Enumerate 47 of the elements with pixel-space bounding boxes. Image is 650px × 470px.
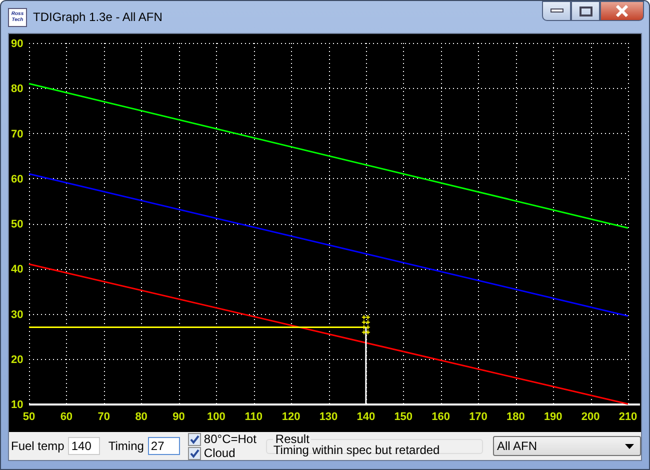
- checkbox[interactable]: [188, 432, 201, 446]
- x-tick-label: 60: [60, 411, 73, 423]
- minimize-icon: [550, 8, 564, 14]
- timing-field[interactable]: 27: [148, 437, 180, 455]
- x-tick-label: 150: [394, 411, 413, 423]
- x-tick-label: 210: [618, 411, 638, 423]
- cursor-marker: [361, 314, 370, 335]
- y-tick-label: 40: [11, 264, 24, 276]
- maximize-icon: [578, 6, 592, 16]
- model-dropdown[interactable]: All AFN: [493, 436, 641, 456]
- checkbox-label: Cloud: [204, 446, 236, 460]
- checkbox-label: 80°C=Hot: [204, 432, 256, 446]
- x-tick-label: 100: [207, 411, 226, 423]
- y-tick-label: 70: [11, 128, 24, 140]
- y-tick-label: 30: [11, 308, 24, 321]
- fuel-temp-label: Fuel temp: [11, 439, 64, 453]
- timing-label: Timing: [108, 439, 144, 453]
- minimize-button[interactable]: [542, 1, 571, 21]
- x-tick-label: 160: [432, 411, 450, 423]
- result-text: Timing within spec but retarded: [273, 443, 441, 457]
- x-tick-label: 180: [506, 411, 525, 423]
- dropdown-value: All AFN: [497, 439, 538, 453]
- x-tick-label: 90: [172, 411, 185, 423]
- window-title: TDIGraph 1.3e - All AFN: [33, 10, 162, 24]
- x-tick-label: 120: [282, 411, 300, 423]
- y-tick-label: 10: [11, 399, 24, 411]
- maximize-button[interactable]: [571, 1, 600, 21]
- y-tick-label: 20: [11, 354, 24, 366]
- x-tick-label: 110: [244, 411, 262, 423]
- x-tick-label: 130: [319, 411, 338, 423]
- y-tick-label: 60: [11, 173, 24, 186]
- x-tick-label: 50: [22, 411, 36, 423]
- close-icon: [615, 5, 629, 17]
- caret-icon: [625, 444, 634, 448]
- y-tick-label: 80: [11, 83, 24, 96]
- x-tick-label: 170: [469, 411, 488, 423]
- x-tick-label: 140: [356, 411, 376, 423]
- checkbox[interactable]: [188, 446, 201, 460]
- fuel-temp-field[interactable]: 140: [68, 437, 100, 455]
- close-button[interactable]: [600, 1, 644, 21]
- x-tick-label: 190: [544, 411, 562, 423]
- y-tick-label: 90: [11, 38, 24, 50]
- x-tick-label: 70: [98, 411, 110, 423]
- x-tick-label: 80: [135, 411, 148, 423]
- result-label: Result: [275, 432, 310, 446]
- x-tick-label: 200: [581, 411, 600, 423]
- y-tick-label: 50: [11, 218, 24, 230]
